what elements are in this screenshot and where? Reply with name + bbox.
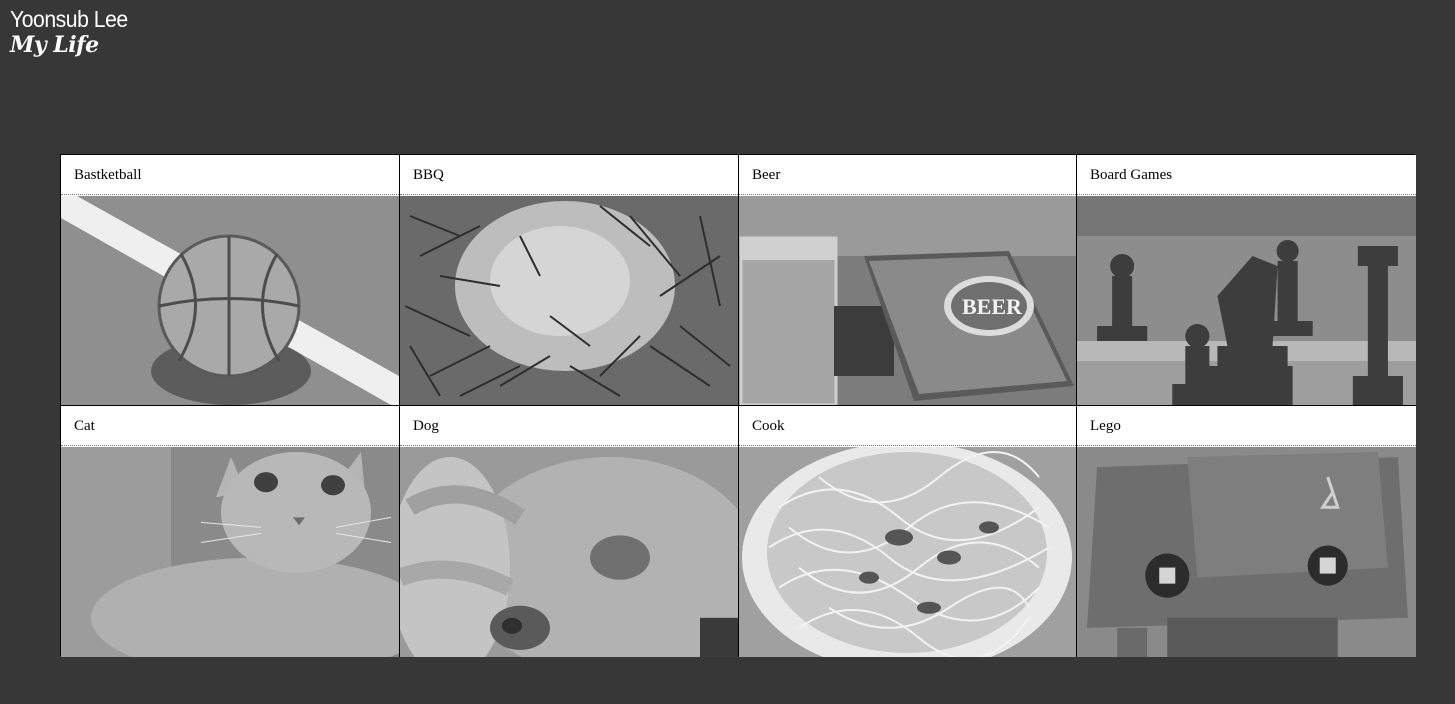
- dog-photo[interactable]: [400, 447, 738, 657]
- cook-photo[interactable]: [739, 447, 1076, 657]
- card-board-games[interactable]: Board Games: [1077, 155, 1416, 406]
- card-cat[interactable]: Cat: [61, 406, 400, 657]
- beer-icon: BEER: [739, 196, 1076, 405]
- bbq-icon: [400, 196, 738, 405]
- card-beer[interactable]: Beer BEER: [739, 155, 1077, 406]
- card-title: Lego: [1077, 406, 1416, 446]
- site-subtitle: My Life: [10, 32, 99, 58]
- card-basketball[interactable]: Bastketball: [61, 155, 400, 406]
- card-bbq[interactable]: BBQ: [400, 155, 739, 406]
- svg-text:BEER: BEER: [962, 294, 1023, 319]
- card-title: BBQ: [400, 155, 738, 195]
- cat-icon: [61, 447, 399, 657]
- card-title: Dog: [400, 406, 738, 446]
- card-title: Cat: [61, 406, 399, 446]
- card-title: Bastketball: [61, 155, 399, 195]
- card-title: Board Games: [1077, 155, 1416, 195]
- bbq-photo[interactable]: [400, 196, 738, 405]
- card-title: Cook: [739, 406, 1076, 446]
- dog-icon: [400, 447, 738, 657]
- spaghetti-icon: [739, 447, 1076, 657]
- site-name: Yoonsub Lee: [10, 6, 128, 32]
- card-cook[interactable]: Cook: [739, 406, 1077, 657]
- basketball-photo[interactable]: [61, 196, 399, 405]
- cat-photo[interactable]: [61, 447, 399, 657]
- card-lego[interactable]: Lego: [1077, 406, 1416, 657]
- lego-icon: [1077, 447, 1416, 657]
- card-dog[interactable]: Dog: [400, 406, 739, 657]
- beer-photo[interactable]: BEER: [739, 196, 1076, 405]
- card-title: Beer: [739, 155, 1076, 195]
- board-games-photo[interactable]: [1077, 196, 1416, 405]
- site-header: Yoonsub Lee My Life: [10, 5, 138, 58]
- chess-icon: [1077, 196, 1416, 405]
- lego-photo[interactable]: [1077, 447, 1416, 657]
- gallery-grid: Bastketball BBQ Beer BEER Board Games Ca…: [60, 154, 1416, 657]
- basketball-icon: [61, 196, 399, 405]
